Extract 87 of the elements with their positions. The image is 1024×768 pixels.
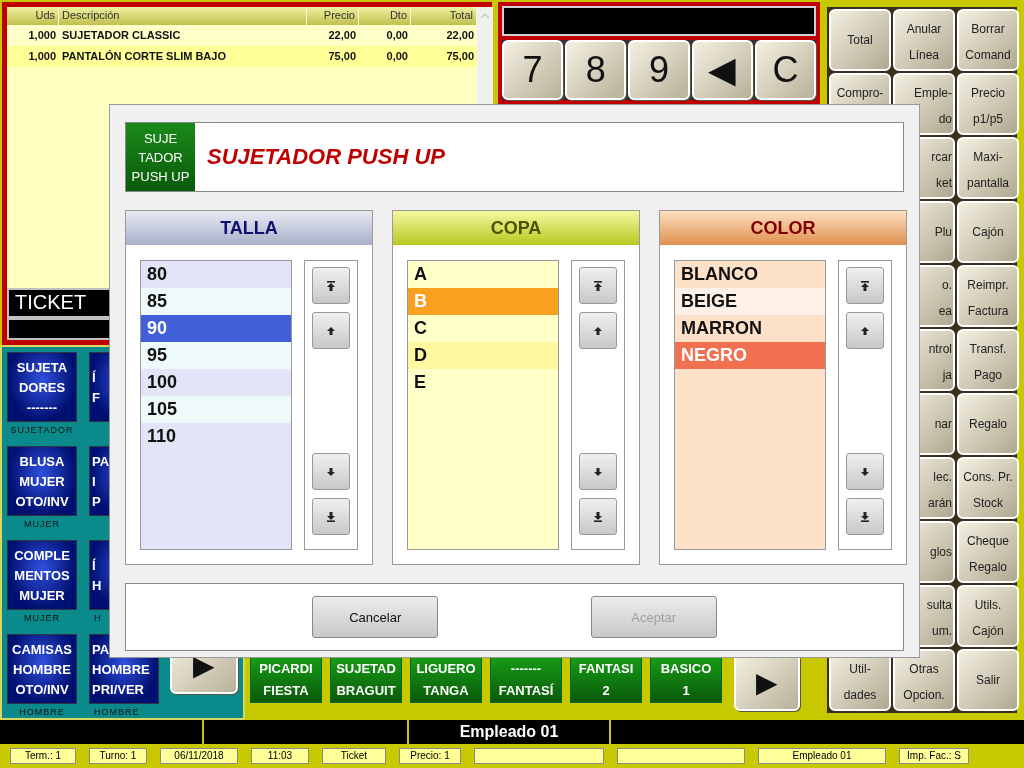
panel-header: COPA	[393, 211, 639, 245]
dialog-title: SUJETADOR PUSH UP	[206, 144, 445, 170]
arrow-down-icon	[325, 465, 337, 478]
table-cell-text: 22,00	[445, 28, 475, 43]
status-field: Ticket	[322, 748, 386, 764]
table-cell-text: 75,00	[327, 49, 357, 64]
function-button[interactable]: Regalo	[957, 393, 1019, 455]
category-caption: HOMBRE	[19, 707, 65, 717]
status-field: Imp. Fac.: S	[899, 748, 969, 764]
function-button[interactable]: Total	[829, 9, 891, 71]
cancel-button[interactable]: Cancelar	[312, 596, 439, 638]
function-button[interactable]: Otras Opcion.	[893, 649, 955, 711]
category-caption: SUJETADOR	[10, 425, 74, 435]
scroll-top-button[interactable]	[846, 267, 884, 304]
arrow-up-icon	[859, 279, 871, 292]
table-cell-text: 1,000	[27, 49, 57, 64]
status-field: 06/11/2018	[160, 748, 238, 764]
panel-header: COLOR	[660, 211, 906, 245]
status-field: Turno: 1	[89, 748, 147, 764]
list-item[interactable]: 105	[141, 396, 291, 423]
list-item[interactable]: BEIGE	[675, 288, 825, 315]
category-caption: HOMBRE	[93, 707, 140, 717]
scroll-up-button[interactable]	[312, 312, 350, 349]
status-field: Precio: 1	[399, 748, 461, 764]
function-button[interactable]: Reimpr. Factura	[957, 265, 1019, 327]
scroll-down-button[interactable]	[579, 453, 617, 490]
status-field: Empleado 01	[758, 748, 886, 764]
function-button[interactable]: Maxi- pantalla	[957, 137, 1019, 199]
category-caption: H	[93, 613, 102, 623]
numpad-key[interactable]: 9	[628, 40, 690, 100]
category-button[interactable]: SUJETA DORES -------	[7, 352, 77, 422]
status-field: 11:03	[251, 748, 309, 764]
scroll-top-button[interactable]	[579, 267, 617, 304]
list-item[interactable]: 95	[141, 342, 291, 369]
scroll-down-button[interactable]	[312, 453, 350, 490]
category-button[interactable]: BLUSA MUJER OTO/INV	[7, 446, 77, 516]
table-cell-text: 22,00	[327, 28, 357, 43]
status-field: Term.: 1	[10, 748, 76, 764]
arrow-up-icon	[859, 324, 871, 337]
arrow-up-icon	[592, 279, 604, 292]
scroll-down-button[interactable]	[846, 453, 884, 490]
table-cell-text: 1,000	[27, 28, 57, 43]
numpad-key[interactable]: ◀	[691, 40, 753, 100]
scroll-bottom-button[interactable]	[312, 498, 350, 535]
list-item[interactable]: 90	[141, 315, 291, 342]
category-caption: MUJER	[24, 613, 60, 623]
arrow-up-icon	[325, 324, 337, 337]
function-button[interactable]: Transf. Pago	[957, 329, 1019, 391]
list-item[interactable]: 85	[141, 288, 291, 315]
category-caption: MUJER	[24, 519, 60, 529]
function-button[interactable]: Borrar Comand	[957, 9, 1019, 71]
scroll-top-button[interactable]	[312, 267, 350, 304]
panel-header: TALLA	[126, 211, 372, 245]
function-button[interactable]: Precio p1/p5	[957, 73, 1019, 135]
scroll-up-button[interactable]	[846, 312, 884, 349]
table-cell-text: 0,00	[385, 49, 409, 64]
table-cell-text: 0,00	[385, 28, 409, 43]
function-button[interactable]: Anular Línea	[893, 9, 955, 71]
table-cell-text: SUJETADOR CLASSIC	[61, 28, 182, 43]
function-button[interactable]: Cajón	[957, 201, 1019, 263]
scroll-up-button[interactable]	[579, 312, 617, 349]
function-button[interactable]: Salir	[957, 649, 1019, 711]
category-button[interactable]: COMPLE MENTOS MUJER	[7, 540, 77, 610]
arrow-up-icon	[592, 324, 604, 337]
table-cell-text: PANTALÓN CORTE SLIM BAJO	[61, 49, 227, 64]
arrow-down-icon	[325, 510, 337, 523]
product-tile: SUJE TADOR PUSH UP	[126, 123, 195, 191]
function-button[interactable]: Utils. Cajón	[957, 585, 1019, 647]
arrow-up-icon	[325, 279, 337, 292]
function-button[interactable]: Cons. Pr. Stock	[957, 457, 1019, 519]
employee-label: Empleado 01	[409, 720, 609, 744]
scroll-bottom-button[interactable]	[579, 498, 617, 535]
arrow-down-icon	[859, 510, 871, 523]
list-item[interactable]: D	[408, 342, 558, 369]
numpad-key[interactable]: 7	[502, 40, 564, 100]
scroll-bottom-button[interactable]	[846, 498, 884, 535]
numpad-key[interactable]: C	[754, 40, 816, 100]
category-button[interactable]: CAMISAS HOMBRE OTO/INV	[7, 634, 77, 704]
function-button[interactable]: Cheque Regalo	[957, 521, 1019, 583]
arrow-down-icon	[592, 510, 604, 523]
scroll-up-icon	[480, 13, 490, 19]
arrow-down-icon	[859, 465, 871, 478]
table-cell-text: 75,00	[445, 49, 475, 64]
ticket-row[interactable]: 1,000 PANTALÓN CORTE SLIM BAJO 75,00 0,00 75,00	[7, 46, 477, 67]
arrow-down-icon	[592, 465, 604, 478]
ticket-row[interactable]: 1,000 SUJETADOR CLASSIC 22,00 0,00 22,00	[7, 25, 477, 46]
numpad-key[interactable]: 8	[565, 40, 627, 100]
